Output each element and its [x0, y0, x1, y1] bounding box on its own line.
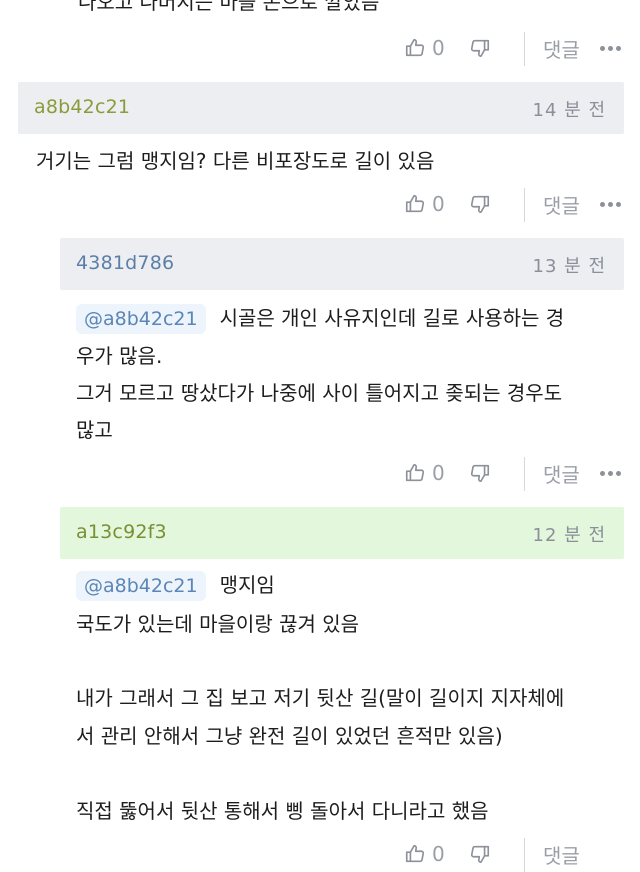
thumbs-up-icon [405, 194, 425, 213]
like-count: 0 [432, 36, 445, 60]
action-separator [524, 188, 525, 222]
thumbs-down-icon [470, 845, 490, 864]
like-count: 0 [432, 192, 445, 216]
dislike-button[interactable] [469, 455, 491, 491]
like-button[interactable]: 0 [404, 186, 445, 222]
like-button[interactable]: 0 [404, 455, 445, 491]
like-count: 0 [432, 461, 445, 485]
comment-time: 12 분 전 [532, 525, 606, 546]
thumbs-down-icon [470, 39, 490, 58]
action-separator [524, 457, 525, 491]
comment-time: 13 분 전 [532, 256, 606, 277]
reply-button[interactable]: 댓글 [543, 455, 580, 491]
comment-body-line: 우가 많음. [76, 344, 163, 368]
mention-tag[interactable]: @a8b42c21 [76, 304, 206, 334]
more-dots-icon[interactable] [600, 186, 621, 222]
like-button[interactable]: 0 [404, 836, 445, 872]
comment-body-line: 나오고 나머지는 마을 돈으로 깔았음 [78, 0, 380, 14]
comment-author[interactable]: 4381d786 [76, 252, 174, 274]
comment-body-line: 거기는 그럼 맹지임? 다른 비포장도로 길이 있음 [36, 149, 435, 173]
comment-body-text: 맹지임 [219, 573, 275, 597]
comment-header: a8b42c21 14 분 전 [18, 82, 624, 134]
reply-button[interactable]: 댓글 [543, 836, 580, 872]
like-count: 0 [432, 842, 445, 866]
comment-body-line: @a8b42c21 맹지임 [76, 569, 275, 601]
comment-actions: 0 댓글 [0, 455, 640, 491]
thumbs-up-icon [405, 844, 425, 863]
comment-body-line: 내가 그래서 그 집 보고 저기 뒷산 길(말이 길이지 지자체에 [76, 686, 565, 710]
comment-body-line: 국도가 있는데 마을이랑 끊겨 있음 [76, 612, 360, 636]
like-button[interactable]: 0 [404, 30, 445, 66]
comment-body-line: @a8b42c21 시골은 개인 사유지인데 길로 사용하는 경 [76, 302, 564, 334]
thumbs-up-icon [405, 463, 425, 482]
comment-author[interactable]: a8b42c21 [34, 96, 130, 118]
comment-actions: 0 댓글 [0, 30, 640, 66]
thumbs-down-icon [470, 464, 490, 483]
more-dots-icon[interactable] [600, 455, 621, 491]
comment-body-line: 서 관리 안해서 그냥 완전 길이 있었던 흔적만 있음) [76, 724, 503, 748]
comment-time: 14 분 전 [532, 100, 606, 121]
reply-button[interactable]: 댓글 [543, 30, 580, 66]
comment-header: 4381d786 13 분 전 [60, 238, 624, 290]
comment-actions: 0 댓글 [0, 836, 640, 872]
thumbs-down-icon [470, 195, 490, 214]
dislike-button[interactable] [469, 30, 491, 66]
more-dots-icon[interactable] [600, 30, 621, 66]
comment-body-line: 직접 뚫어서 뒷산 통해서 삥 돌아서 다니라고 했음 [76, 799, 489, 823]
dislike-button[interactable] [469, 836, 491, 872]
action-separator [524, 838, 525, 872]
reply-button[interactable]: 댓글 [543, 186, 580, 222]
comment-body-line: 많고 [76, 418, 113, 442]
comment-body-line: 그거 모르고 땅샀다가 나중에 사이 틀어지고 좆되는 경우도 [76, 381, 563, 405]
mention-tag[interactable]: @a8b42c21 [76, 571, 206, 601]
action-separator [524, 32, 525, 66]
dislike-button[interactable] [469, 186, 491, 222]
thumbs-up-icon [405, 38, 425, 57]
comment-author[interactable]: a13c92f3 [76, 521, 167, 543]
comment-header: a13c92f3 12 분 전 [60, 507, 624, 559]
comment-body-text: 시골은 개인 사유지인데 길로 사용하는 경 [219, 306, 565, 330]
comment-actions: 0 댓글 [0, 186, 640, 222]
